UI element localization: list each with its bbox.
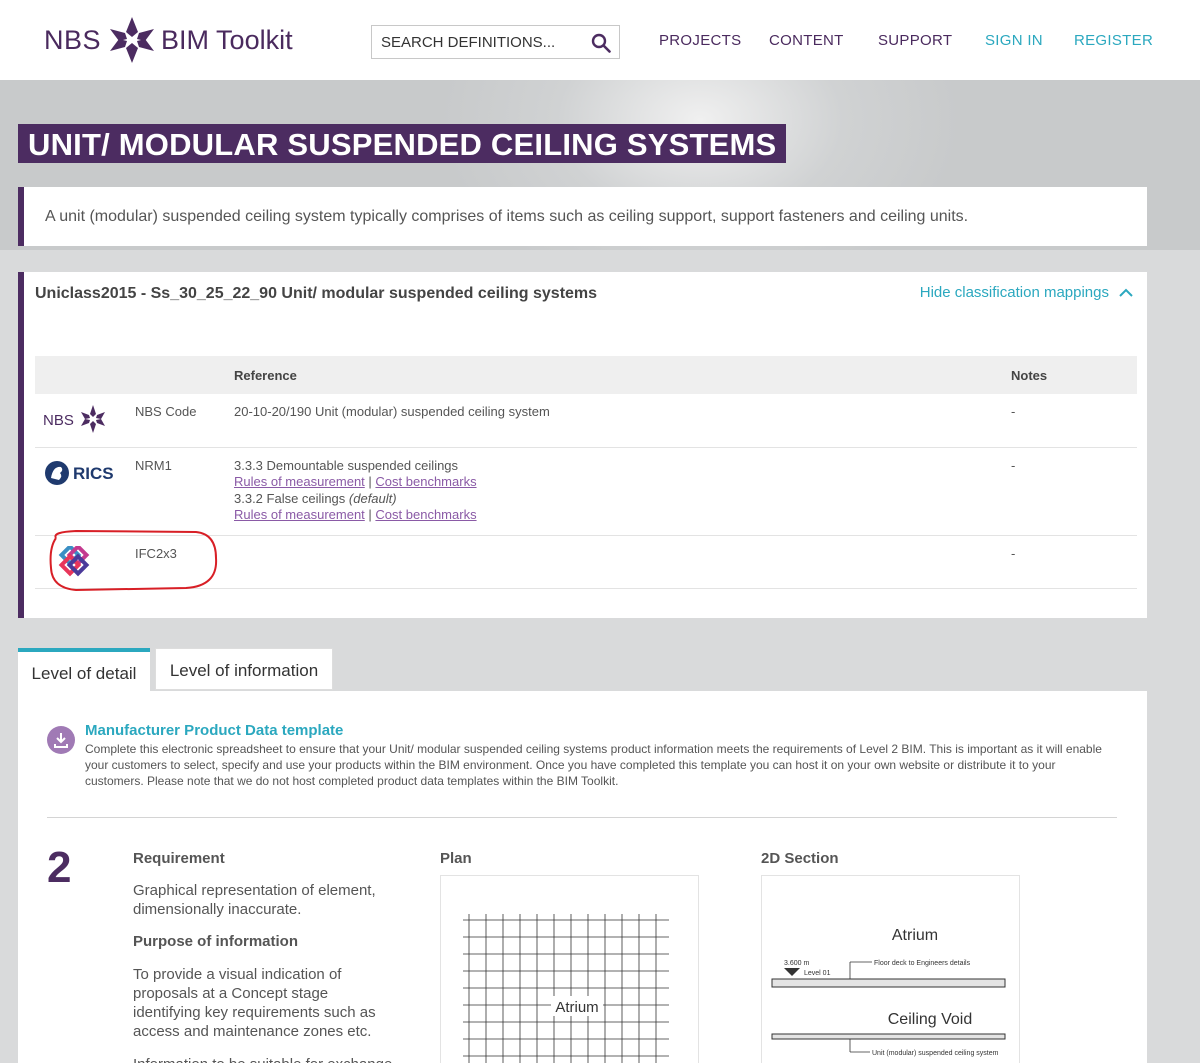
level-marker-icon bbox=[784, 968, 800, 976]
classification-title: Uniclass2015 - Ss_30_25_22_90 Unit/ modu… bbox=[35, 285, 598, 302]
mpdt-description: Complete this electronic spreadsheet to … bbox=[85, 742, 1102, 788]
section-level-value: 3.600 m bbox=[784, 960, 809, 967]
download-icon[interactable] bbox=[47, 726, 75, 754]
svg-text:NBS: NBS bbox=[43, 412, 74, 429]
hide-mappings-label: Hide classification mappings bbox=[919, 284, 1109, 301]
red-annotation-oval bbox=[49, 529, 218, 592]
section-void-label: Ceiling Void bbox=[888, 1011, 973, 1028]
row-reference-cell: 3.3.3 Demountable suspended ceilings Rul… bbox=[234, 447, 1011, 536]
row-notes: - bbox=[1011, 394, 1137, 448]
description-panel: A unit (modular) suspended ceiling syste… bbox=[18, 187, 1147, 246]
plan-label: Atrium bbox=[555, 999, 598, 1016]
row-notes: - bbox=[1011, 535, 1137, 589]
link-cost-benchmarks[interactable]: Cost benchmarks bbox=[375, 507, 476, 522]
nbs-logo-icon: NBS bbox=[43, 405, 105, 433]
link-separator: | bbox=[368, 507, 372, 522]
tab-level-of-detail[interactable]: Level of detail bbox=[18, 648, 150, 692]
divider bbox=[47, 817, 1117, 818]
site-header: NBS BIM Toolkit PROJECTS CONTENT SUPPORT… bbox=[0, 0, 1200, 80]
row-reference: 20-10-20/190 Unit (modular) suspended ce… bbox=[234, 394, 1011, 448]
logo-nbs-text: NBS bbox=[44, 24, 102, 55]
table-row: NBS NBS Code 20-10-20/190 Unit (modular)… bbox=[35, 394, 1137, 448]
search-input[interactable] bbox=[372, 26, 582, 58]
requirement-text: Graphical representation of element, dim… bbox=[133, 882, 376, 918]
plan-grid-drawing: Atrium bbox=[463, 914, 669, 1063]
nbs-bim-toolkit-logo[interactable]: NBS BIM Toolkit bbox=[44, 14, 293, 66]
link-rules-of-measurement[interactable]: Rules of measurement bbox=[234, 507, 365, 522]
section-ceiling-note: Unit (modular) suspended ceiling system bbox=[872, 1050, 999, 1057]
purpose-heading: Purpose of information bbox=[133, 933, 298, 950]
row-notes: - bbox=[1011, 447, 1137, 536]
hide-mappings-link[interactable]: Hide classification mappings bbox=[920, 284, 1133, 301]
link-cost-benchmarks[interactable]: Cost benchmarks bbox=[375, 474, 476, 489]
nav-sign-in[interactable]: SIGN IN bbox=[985, 32, 1043, 49]
header-notes: Notes bbox=[1011, 356, 1137, 394]
requirement-heading: Requirement bbox=[133, 850, 225, 867]
section-level-name: Level 01 bbox=[804, 970, 831, 977]
link-separator: | bbox=[368, 474, 372, 489]
search-icon[interactable] bbox=[591, 33, 611, 53]
search-box bbox=[371, 25, 620, 59]
nav-support[interactable]: SUPPORT bbox=[878, 32, 952, 49]
header-reference: Reference bbox=[234, 356, 1011, 394]
chevron-up-icon bbox=[1119, 288, 1133, 297]
ref-default-tag: (default) bbox=[348, 490, 397, 506]
logo-bim-toolkit-text: BIM Toolkit bbox=[161, 24, 293, 55]
mpdt-title-link[interactable]: Manufacturer Product Data template bbox=[85, 722, 343, 739]
tab-level-of-information[interactable]: Level of information bbox=[155, 648, 333, 690]
level-number: 2 bbox=[47, 843, 72, 892]
plan-heading: Plan bbox=[440, 850, 472, 867]
rics-logo-icon: RICS bbox=[45, 460, 114, 485]
table-row: RICS NRM1 3.3.3 Demountable suspended ce… bbox=[35, 447, 1137, 536]
nav-content[interactable]: CONTENT bbox=[769, 32, 844, 49]
description-text: A unit (modular) suspended ceiling syste… bbox=[45, 208, 969, 225]
plan-image: Atrium bbox=[440, 875, 699, 1063]
row-reference bbox=[234, 535, 1011, 589]
ref-demountable: 3.3.3 Demountable suspended ceilings bbox=[234, 457, 459, 473]
purpose-text: To provide a visual indication of propos… bbox=[133, 966, 376, 1040]
section-floor-note: Floor deck to Engineers details bbox=[874, 960, 971, 967]
section-image: Atrium 3.600 m Level 01 Floor deck to En… bbox=[761, 875, 1020, 1063]
link-rules-of-measurement[interactable]: Rules of measurement bbox=[234, 474, 365, 489]
section-atrium-label: Atrium bbox=[892, 927, 938, 944]
section-drawing: Atrium 3.600 m Level 01 Floor deck to En… bbox=[771, 927, 1006, 1057]
table-header-row: Reference Notes bbox=[35, 356, 1137, 394]
classification-panel: Uniclass2015 - Ss_30_25_22_90 Unit/ modu… bbox=[18, 272, 1147, 618]
ref-false-ceilings: 3.3.2 False ceilings bbox=[234, 490, 346, 506]
section-heading: 2D Section bbox=[761, 850, 839, 867]
nbs-star-icon bbox=[110, 17, 155, 63]
nav-projects[interactable]: PROJECTS bbox=[659, 32, 741, 49]
row-code: NRM1 bbox=[135, 447, 234, 536]
nav-register[interactable]: REGISTER bbox=[1074, 32, 1153, 49]
row-code: NBS Code bbox=[135, 394, 234, 448]
detail-panel: Manufacturer Product Data template Compl… bbox=[18, 691, 1147, 1063]
extra-text: Information to be suitable for exchange bbox=[133, 1055, 398, 1063]
page-title: UNIT/ MODULAR SUSPENDED CEILING SYSTEMS bbox=[18, 124, 787, 163]
svg-text:RICS: RICS bbox=[73, 464, 114, 483]
